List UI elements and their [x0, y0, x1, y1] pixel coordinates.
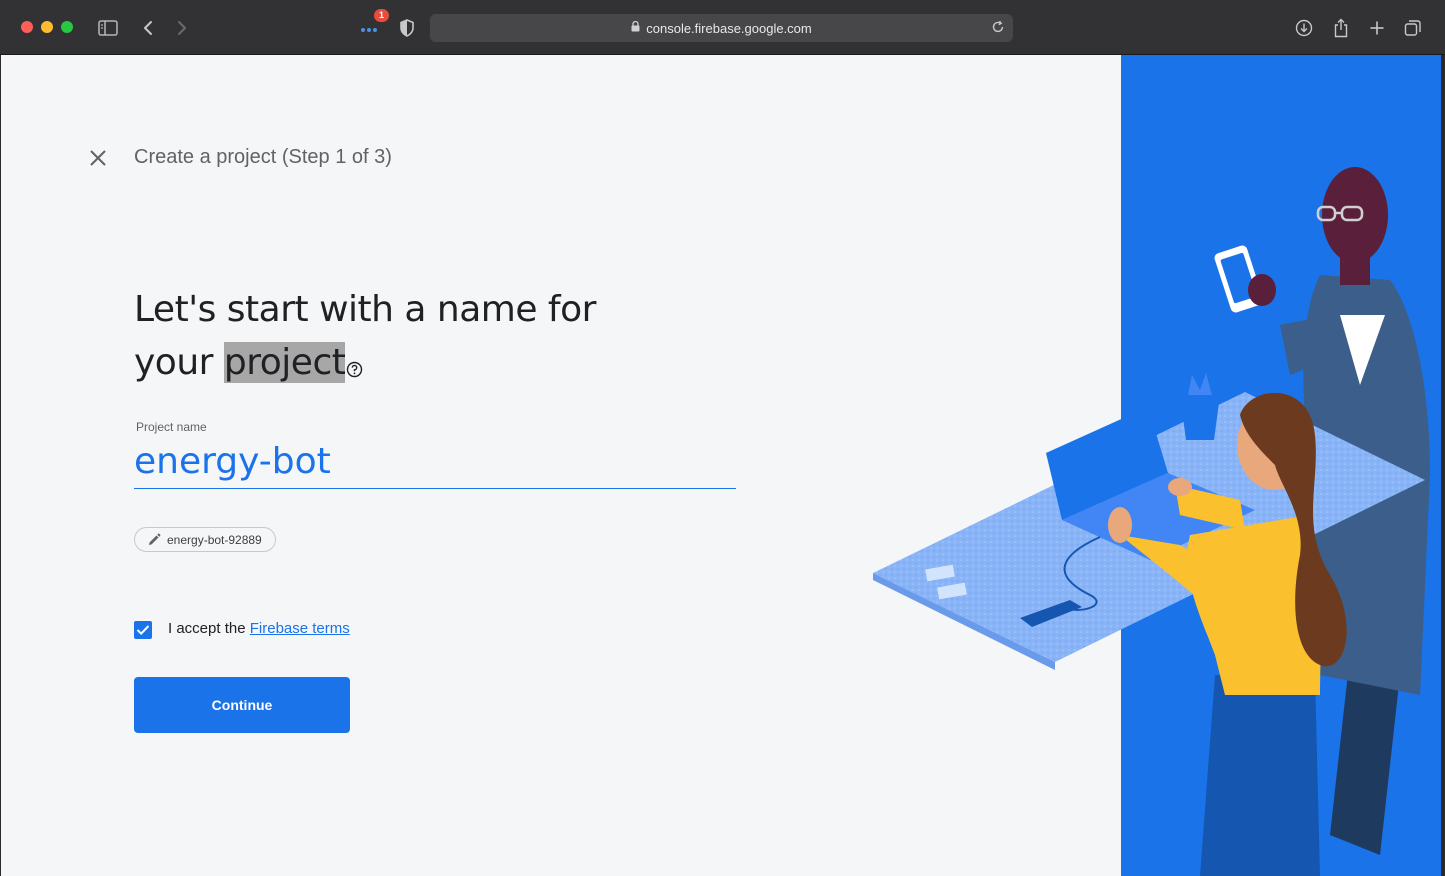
lock-icon — [631, 19, 640, 37]
url-text: console.firebase.google.com — [646, 20, 812, 36]
reload-icon[interactable] — [991, 20, 1005, 39]
woman-figure — [1108, 392, 1347, 876]
forward-icon[interactable] — [171, 17, 193, 39]
step-title: Create a project (Step 1 of 3) — [134, 146, 392, 168]
close-icon[interactable] — [87, 147, 109, 169]
project-id-text: energy-bot-92889 — [167, 532, 262, 547]
zoom-window-button[interactable] — [61, 21, 73, 33]
headline-line2-prefix: your — [134, 342, 213, 383]
project-id-chip[interactable]: energy-bot-92889 — [134, 527, 276, 552]
continue-button[interactable]: Continue — [134, 677, 350, 733]
browser-toolbar: 1 console.firebase.google.com — [0, 0, 1445, 55]
firebase-terms-link[interactable]: Firebase terms — [250, 620, 350, 637]
address-bar[interactable]: console.firebase.google.com — [430, 14, 1013, 42]
tabs-icon[interactable] — [1402, 17, 1424, 39]
check-icon — [136, 625, 150, 636]
page-headline: Let's start with a name for your project — [134, 283, 654, 393]
close-window-button[interactable] — [21, 21, 33, 33]
project-name-label: Project name — [136, 420, 207, 434]
sidebar-icon[interactable] — [97, 17, 119, 39]
notification-badge: 1 — [374, 9, 389, 22]
back-icon[interactable] — [137, 17, 159, 39]
headline-highlighted-word: project — [223, 342, 346, 383]
minimize-window-button[interactable] — [41, 21, 53, 33]
terms-prefix: I accept the — [168, 620, 246, 637]
headline-line1: Let's start with a name for — [134, 289, 596, 330]
accept-terms-checkbox[interactable] — [134, 621, 152, 639]
shield-icon[interactable] — [396, 17, 418, 39]
terms-label: I accept the Firebase terms — [168, 620, 350, 637]
create-project-page: Create a project (Step 1 of 3) Let's sta… — [1, 55, 1121, 876]
man-figure — [1214, 167, 1430, 855]
help-icon[interactable] — [346, 340, 363, 393]
illustration-panel — [1121, 55, 1441, 876]
new-tab-icon[interactable] — [1366, 17, 1388, 39]
download-icon[interactable] — [1293, 17, 1315, 39]
share-icon[interactable] — [1330, 17, 1352, 39]
project-name-input[interactable] — [134, 435, 736, 489]
edit-icon — [147, 533, 161, 547]
